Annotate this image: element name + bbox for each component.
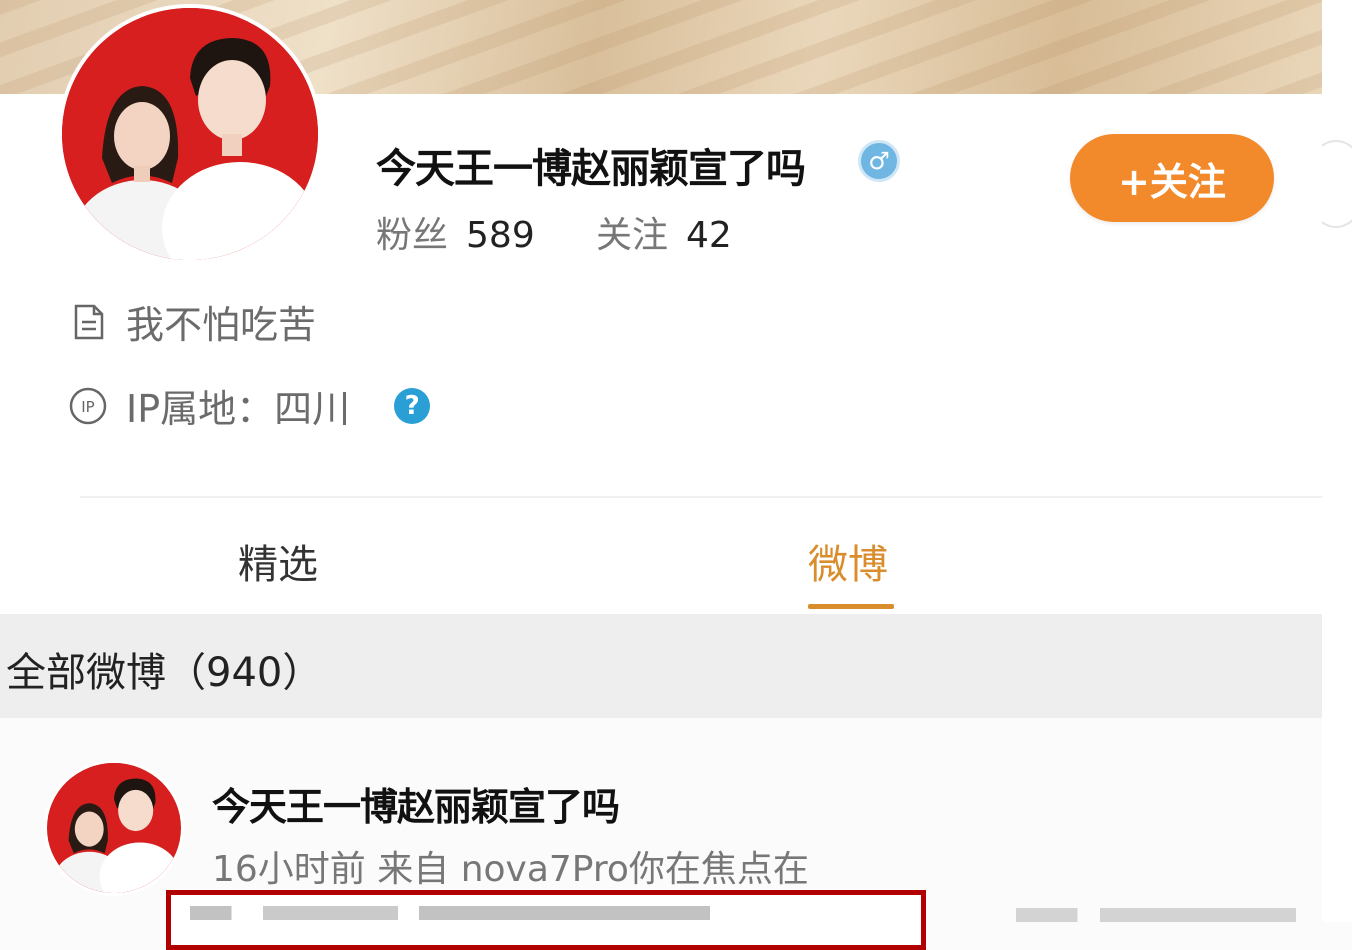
follow-button[interactable]: +关注	[1070, 134, 1274, 222]
post-meta: 16小时前 来自 nova7Pro你在焦点在	[212, 849, 809, 890]
help-icon[interactable]: ?	[394, 387, 431, 424]
followers-count: 589	[466, 215, 535, 256]
post-content-cropped	[190, 906, 710, 920]
following-stat[interactable]: 关注 42	[596, 206, 732, 258]
active-tab-indicator	[808, 604, 894, 609]
tab-weibo[interactable]: 微博	[808, 532, 888, 590]
profile-username: 今天王一博赵丽颖宣了吗	[376, 146, 806, 192]
gender-male-icon: ♂	[858, 140, 900, 182]
followers-stat[interactable]: 粉丝 589	[376, 206, 535, 258]
svg-text:IP: IP	[81, 398, 94, 416]
bio-row: 我不怕吃苦	[68, 294, 316, 349]
page-right-edge	[1322, 0, 1352, 922]
tab-featured[interactable]: 精选	[238, 532, 318, 590]
post-content-highlight	[166, 890, 926, 950]
ip-icon: IP	[69, 387, 107, 424]
post-side-text-cropped	[1016, 908, 1296, 922]
all-posts-title: 全部微博（940）	[6, 650, 323, 696]
profile-divider	[80, 496, 1322, 498]
following-count: 42	[686, 215, 732, 256]
avatar-couple-illustration	[62, 8, 318, 260]
avatar-couple-illustration-small	[47, 763, 181, 893]
profile-avatar[interactable]	[58, 4, 322, 264]
ip-location-row: IP IP属地：四川 ?	[68, 378, 431, 433]
followers-label: 粉丝	[376, 215, 449, 256]
post-author-name[interactable]: 今天王一博赵丽颖宣了吗	[212, 776, 620, 831]
document-icon	[74, 304, 104, 339]
post-author-avatar[interactable]	[44, 760, 184, 896]
bio-text: 我不怕吃苦	[126, 303, 317, 347]
ip-location-text: IP属地：四川	[126, 387, 351, 431]
following-label: 关注	[596, 215, 669, 256]
